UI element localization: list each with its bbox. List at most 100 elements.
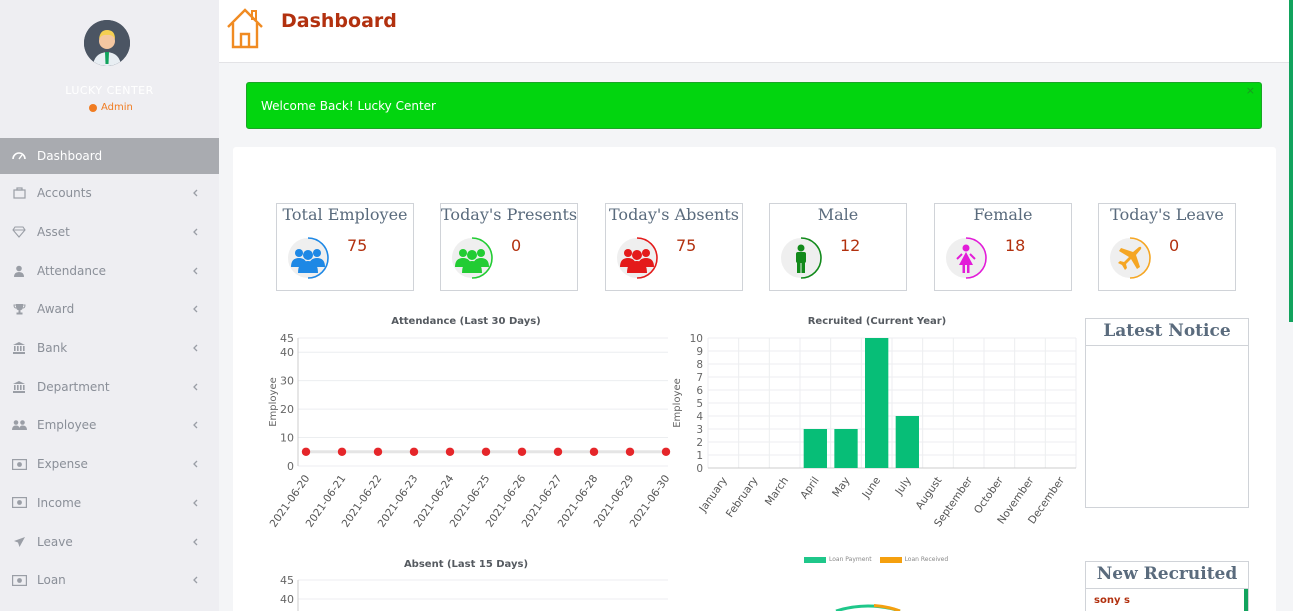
user-icon: [10, 264, 28, 278]
x-tick-label: March: [763, 475, 791, 508]
money-icon: [10, 496, 28, 510]
bar[interactable]: [803, 429, 827, 468]
stat-title: Total Employee: [282, 205, 408, 224]
stat-card[interactable]: Today's Absents 75: [605, 203, 743, 291]
absent-chart-title: Absent (Last 15 Days): [403, 559, 529, 570]
chevron-left-icon: [193, 422, 198, 429]
new-recruited-title: New Recruited: [1086, 562, 1248, 589]
legend-label: Loan Payment: [829, 556, 872, 563]
data-point[interactable]: [553, 447, 563, 456]
y-tick-label: 20: [280, 403, 294, 416]
user-name: LUCKY CENTER: [65, 84, 154, 97]
y-tick-label: 30: [280, 375, 294, 388]
data-point[interactable]: [373, 447, 383, 456]
notice-title: Latest Notice: [1086, 319, 1248, 346]
chevron-left-icon: [193, 228, 198, 236]
recruited-chart-title: Recruited (Current Year): [807, 316, 947, 327]
stat-card[interactable]: Male 12: [769, 203, 907, 291]
chevron-left-icon: [193, 267, 198, 275]
stat-title: Today's Presents: [441, 205, 578, 224]
y-tick-label: 40: [280, 593, 294, 606]
header: Dashboard: [219, 0, 1293, 322]
data-point[interactable]: [301, 447, 311, 456]
chevron-left-icon: [193, 189, 198, 197]
bar[interactable]: [865, 338, 889, 468]
close-icon[interactable]: ×: [1246, 84, 1255, 97]
briefcase-icon: [10, 186, 28, 200]
stat-card[interactable]: Female 18: [934, 203, 1072, 291]
sidebar-item-department[interactable]: Department: [0, 367, 219, 406]
avatar-icon: [84, 20, 130, 66]
sidebar-menu: Dashboard Accounts Asset Attendance Awar…: [0, 138, 219, 600]
y-axis-label: Employee: [268, 377, 279, 427]
chevron-left-icon: [193, 460, 198, 468]
users-icon: [617, 237, 658, 279]
stat-value: 12: [840, 236, 861, 255]
y-tick-label: 0: [696, 463, 703, 475]
data-point[interactable]: [481, 447, 491, 456]
stat-card[interactable]: Total Employee 75: [276, 203, 414, 291]
scrollbar[interactable]: [1289, 0, 1293, 322]
data-point[interactable]: [445, 447, 455, 456]
sidebar-item-asset[interactable]: Asset: [0, 213, 219, 252]
chevron-left-icon: [193, 576, 198, 584]
stat-card[interactable]: Today's Leave 0: [1098, 203, 1236, 291]
stat-title: Today's Leave: [1110, 205, 1224, 224]
user-role: Admin: [89, 102, 133, 113]
scrollbar[interactable]: [1244, 589, 1248, 611]
bar[interactable]: [895, 416, 919, 468]
recruit-name: sony s: [1094, 595, 1130, 606]
sidebar-item-award[interactable]: Award: [0, 290, 219, 329]
sidebar-item-expense[interactable]: Expense: [0, 445, 219, 484]
data-point[interactable]: [517, 447, 527, 456]
sidebar-item-accounts[interactable]: Accounts: [0, 174, 219, 213]
x-tick-label: August: [914, 475, 945, 512]
x-tick-label: June: [860, 475, 884, 501]
legend-item[interactable]: Loan Payment: [804, 556, 872, 563]
chevron-left-icon: [193, 344, 198, 352]
sidebar-item-dashboard[interactable]: Dashboard: [0, 138, 219, 174]
y-tick-label: 9: [696, 346, 703, 358]
y-tick-label: 8: [696, 359, 703, 371]
avatar[interactable]: [84, 20, 130, 66]
sidebar-item-attendance[interactable]: Attendance: [0, 251, 219, 290]
y-tick-label: 1: [696, 450, 703, 462]
page-title: Dashboard: [281, 10, 397, 32]
latest-notice-box: Latest Notice: [1085, 318, 1249, 508]
chevron-left-icon: [193, 499, 198, 507]
female-icon: [946, 237, 987, 279]
data-point[interactable]: [625, 447, 635, 456]
chevron-left-icon: [193, 383, 198, 391]
diamond-icon: [10, 225, 28, 239]
chevron-left-icon: [193, 305, 198, 313]
stat-title: Today's Absents: [609, 205, 739, 224]
loan-pie-chart: [835, 604, 901, 611]
male-icon: [781, 237, 822, 279]
loan-legend: Loan Payment Loan Received: [804, 556, 948, 563]
sidebar-item-leave[interactable]: Leave: [0, 522, 219, 561]
data-point[interactable]: [409, 447, 419, 456]
money-icon: [10, 457, 28, 471]
sidebar-item-income[interactable]: Income: [0, 484, 219, 523]
data-point[interactable]: [589, 447, 599, 456]
legend-item[interactable]: Loan Received: [879, 556, 948, 563]
y-tick-label: 2: [696, 437, 703, 449]
money-icon: [10, 573, 28, 587]
user-role-label: Admin: [101, 102, 133, 113]
home-icon: [227, 8, 263, 49]
plane-icon: [1110, 237, 1151, 279]
plane-icon: [10, 535, 28, 549]
y-tick-label: 10: [690, 333, 703, 345]
list-item[interactable]: sony s: [1086, 589, 1248, 611]
y-tick-label: 45: [280, 332, 294, 345]
stat-value: 18: [1005, 236, 1026, 255]
y-tick-label: 0: [287, 460, 294, 473]
data-point[interactable]: [337, 447, 347, 456]
sidebar-item-loan[interactable]: Loan: [0, 561, 219, 600]
sidebar-item-employee[interactable]: Employee: [0, 406, 219, 445]
bar[interactable]: [834, 429, 858, 468]
y-axis-label: Employee: [672, 378, 683, 428]
users-icon: [288, 237, 329, 279]
stat-card[interactable]: Today's Presents 0: [440, 203, 578, 291]
sidebar-item-bank[interactable]: Bank: [0, 329, 219, 368]
